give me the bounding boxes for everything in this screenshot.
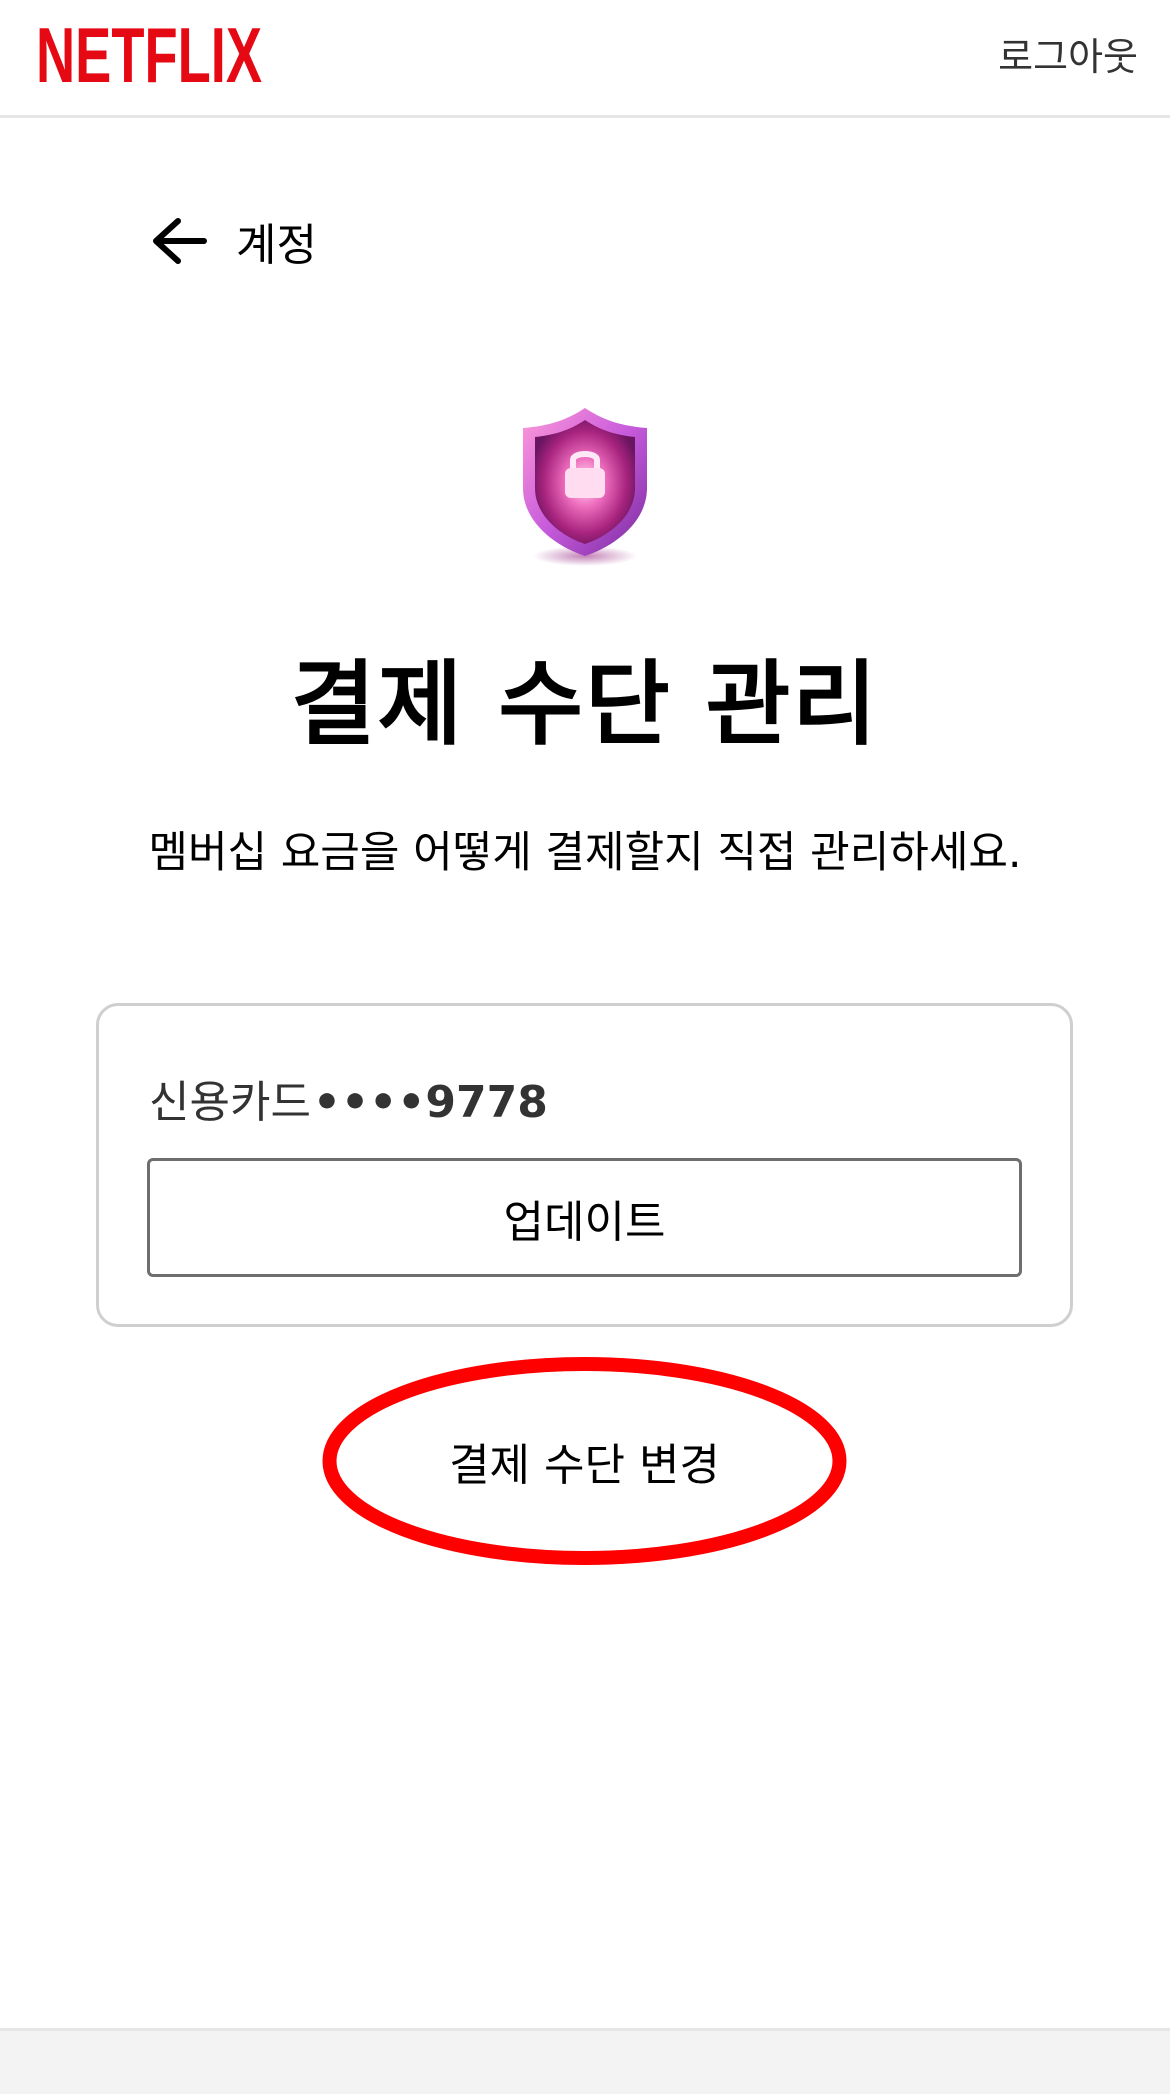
- logout-link[interactable]: 로그아웃: [998, 26, 1138, 81]
- card-type: 신용카드: [149, 1077, 311, 1128]
- change-payment-method-button[interactable]: 결제 수단 변경: [322, 1356, 847, 1566]
- page-title: 결제 수단 관리: [291, 651, 879, 758]
- back-link-label: 계정: [236, 220, 317, 271]
- page-subtitle: 멤버십 요금을 어떻게 결제할지 직접 관리하세요.: [148, 828, 1022, 878]
- payment-method-label: 신용카드 ••••9778: [149, 1066, 548, 1130]
- card-masked-number: ••••9778: [312, 1077, 548, 1128]
- payment-method-card: 신용카드 ••••9778 업데이트: [96, 1003, 1073, 1327]
- header: NETFLIX 로그아웃: [0, 0, 1170, 118]
- svg-text:NETFLIX: NETFLIX: [36, 16, 262, 88]
- page: NETFLIX 로그아웃 계정 결제 수단 관리 멤버십 요금을 어떻게 결제할…: [0, 0, 1170, 2094]
- netflix-logo[interactable]: NETFLIX: [36, 16, 262, 88]
- arrow-left-icon: [153, 218, 207, 264]
- footer: [0, 2028, 1170, 2094]
- shield-lock-icon: [523, 408, 647, 566]
- change-payment-method-label: 결제 수단 변경: [449, 1440, 720, 1491]
- update-payment-button[interactable]: 업데이트: [147, 1158, 1022, 1277]
- back-to-account-link[interactable]: 계정: [148, 206, 317, 276]
